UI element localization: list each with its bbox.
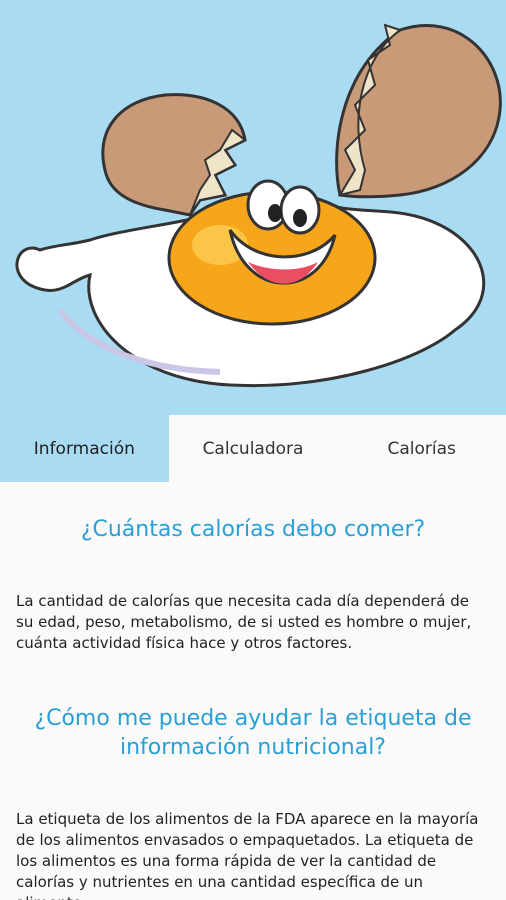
- cartoon-egg-illustration: [15, 23, 502, 388]
- tab-bar: Información Calculadora Calorías: [0, 415, 506, 482]
- tab-calculadora[interactable]: Calculadora: [168, 415, 338, 482]
- info-content[interactable]: ¿Cuántas calorías debo comer? La cantida…: [0, 482, 506, 900]
- tab-calorias[interactable]: Calorías: [337, 415, 506, 482]
- section-body-calories: La cantidad de calorías que necesita cad…: [16, 592, 472, 652]
- section-heading-calories: ¿Cuántas calorías debo comer?: [80, 517, 426, 542]
- tab-informacion[interactable]: Información: [0, 415, 169, 482]
- section-body-nutrition-label: La etiqueta de los alimentos de la FDA a…: [16, 810, 479, 900]
- section-heading-nutrition-label: ¿Cómo me puede ayudar la etiqueta de inf…: [34, 706, 472, 760]
- hero-banner: [0, 0, 506, 415]
